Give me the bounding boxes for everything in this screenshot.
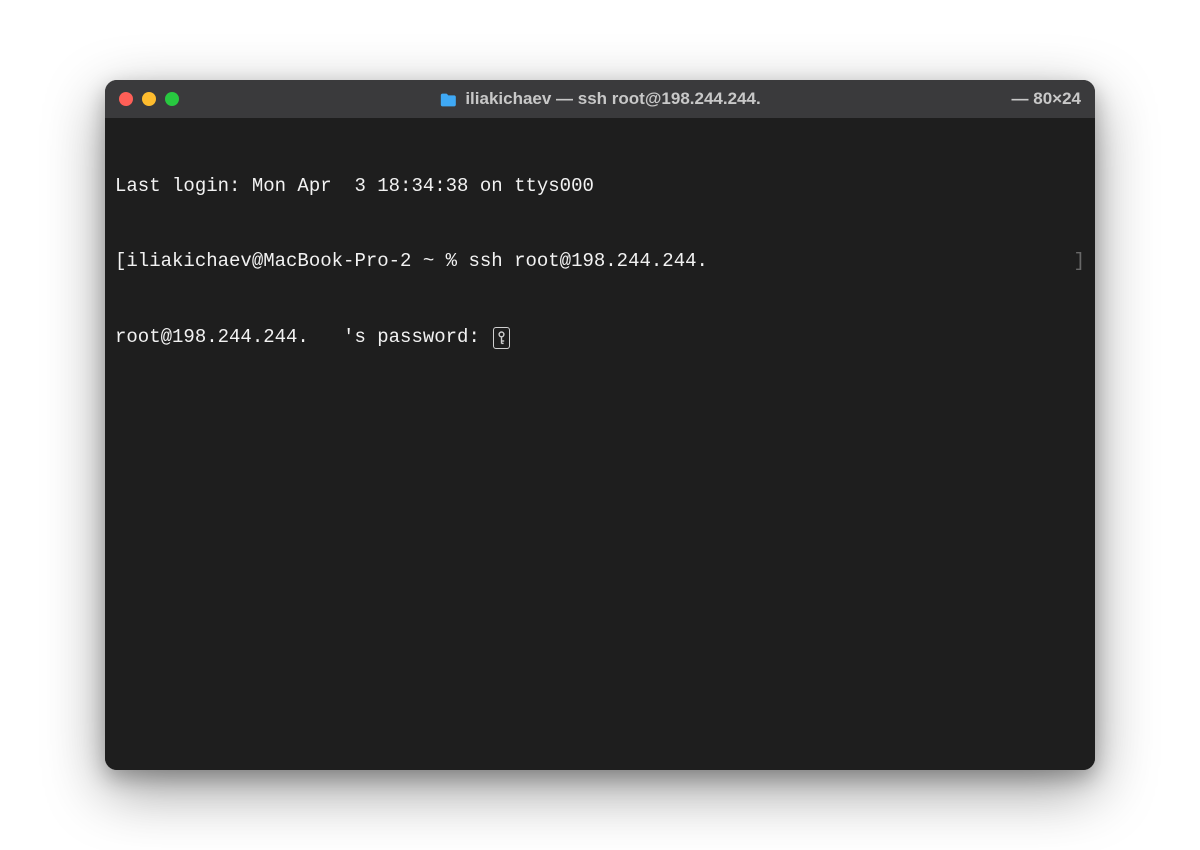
close-button[interactable] [119,92,133,106]
window-title: iliakichaev — ssh root@198.244.244. [439,89,760,109]
terminal-line: [iliakichaev@MacBook-Pro-2 ~ % ssh root@… [115,249,1085,274]
prompt-command: [iliakichaev@MacBook-Pro-2 ~ % ssh root@… [115,249,708,274]
key-icon [493,327,510,349]
terminal-body[interactable]: Last login: Mon Apr 3 18:34:38 on ttys00… [105,118,1095,770]
traffic-lights [119,92,179,106]
window-title-text: iliakichaev — ssh root@198.244.244. [465,89,760,109]
terminal-line: root@198.244.244. 's password: [115,325,1085,350]
window-dimensions: — 80×24 [984,89,1081,109]
title-bar: iliakichaev — ssh root@198.244.244. — 80… [105,80,1095,118]
maximize-button[interactable] [165,92,179,106]
password-prompt: root@198.244.244. 's password: [115,326,491,348]
terminal-window: iliakichaev — ssh root@198.244.244. — 80… [105,80,1095,770]
minimize-button[interactable] [142,92,156,106]
folder-icon [439,92,457,106]
line-end-bracket: ] [1074,249,1085,274]
terminal-line: Last login: Mon Apr 3 18:34:38 on ttys00… [115,174,1085,199]
